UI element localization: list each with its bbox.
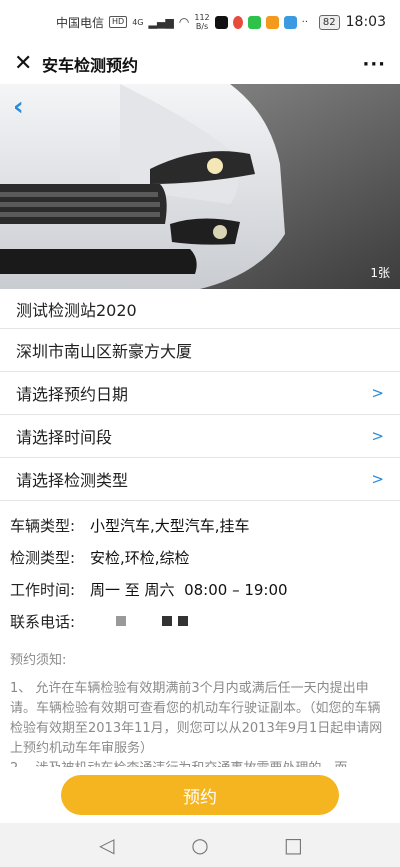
battery-icon: 82	[318, 14, 340, 30]
close-icon[interactable]: ✕	[14, 53, 40, 75]
inspection-type-value: 安检,环检,综检	[90, 548, 190, 567]
tiktok-icon	[214, 15, 228, 29]
book-button[interactable]: 预约	[61, 775, 339, 815]
send-icon	[283, 15, 297, 29]
station-address: 深圳市南山区新豪方大厦	[0, 329, 400, 372]
signal-icon: ▂▄▆	[148, 15, 174, 29]
select-type-row[interactable]: 请选择检测类型 >	[0, 458, 400, 501]
booking-notice: 预约须知: 1、 允许在车辆检验有效期满前3个月内或满后任一天内提出申请。车辆检…	[0, 637, 400, 779]
nav-home-icon[interactable]: ○	[180, 833, 220, 857]
nav-back-icon[interactable]: ◁	[87, 833, 127, 857]
phone-label: 联系电话:	[10, 612, 76, 631]
photo-count: 1张	[370, 266, 390, 280]
notice-item-1: 1、 允许在车辆检验有效期满前3个月内或满后任一天内提出申请。车辆检验有效期可查…	[10, 681, 383, 756]
network-label: 4G	[132, 17, 144, 27]
station-details: 车辆类型: 小型汽车,大型汽车,挂车 检测类型: 安检,环检,综检 工作时间: …	[0, 501, 400, 637]
vehicle-type-value: 小型汽车,大型汽车,挂车	[90, 516, 250, 535]
back-arrow-icon[interactable]: ‹	[13, 94, 24, 120]
map-pin-icon	[232, 15, 243, 29]
dots-icon: ··	[301, 16, 309, 28]
nav-recents-icon[interactable]: □	[273, 833, 313, 857]
clock: 18:03	[345, 14, 386, 30]
chevron-right-icon: >	[371, 427, 384, 445]
mask-block	[116, 616, 126, 626]
wechat-icon	[247, 15, 261, 29]
chevron-right-icon: >	[371, 470, 384, 488]
notice-title: 预约须知:	[10, 653, 67, 668]
inspection-type-line: 检测类型: 安检,环检,综检	[10, 541, 390, 573]
working-hours-value: 周一 至 周六 08:00 – 19:00	[90, 580, 288, 599]
carrier-label: 中国电信	[56, 15, 105, 30]
bottom-action-bar: 预约	[0, 767, 400, 823]
select-date-row[interactable]: 请选择预约日期 >	[0, 372, 400, 415]
chevron-right-icon: >	[371, 384, 384, 402]
mask-block	[178, 616, 188, 626]
wifi-icon: ◠	[178, 15, 190, 29]
select-time-slot-row[interactable]: 请选择时间段 >	[0, 415, 400, 458]
status-bar: 中国电信 HD 4G ▂▄▆ ◠ 112 B/s ·· 82 18:03	[0, 0, 400, 44]
select-time-slot-label: 请选择时间段	[16, 428, 113, 447]
more-icon[interactable]: ···	[362, 54, 386, 75]
hd-badge: HD	[109, 16, 128, 28]
working-hours-line: 工作时间: 周一 至 周六 08:00 – 19:00	[10, 573, 390, 605]
mask-block	[162, 616, 172, 626]
station-name: 测试检测站2020	[0, 289, 400, 329]
page-title: 安车检测预约	[42, 56, 139, 75]
vehicle-type-label: 车辆类型:	[10, 516, 76, 535]
select-type-label: 请选择检测类型	[16, 471, 129, 490]
inspection-type-label: 检测类型:	[10, 548, 76, 567]
car-photo	[0, 84, 400, 289]
network-speed: 112 B/s	[194, 13, 209, 31]
title-bar: ✕ 安车检测预约 ···	[0, 44, 400, 84]
speed-unit: B/s	[195, 22, 209, 31]
hero-gallery[interactable]: ‹ 1张	[0, 84, 400, 289]
speed-value: 112	[194, 13, 210, 22]
vehicle-type-line: 车辆类型: 小型汽车,大型汽车,挂车	[10, 509, 390, 541]
select-date-label: 请选择预约日期	[16, 385, 129, 404]
app-icon	[265, 15, 279, 29]
phone-masked-value[interactable]	[116, 616, 188, 626]
system-nav-bar: ◁ ○ □	[0, 823, 400, 867]
working-hours-label: 工作时间:	[10, 580, 76, 599]
phone-line: 联系电话:	[10, 605, 390, 637]
